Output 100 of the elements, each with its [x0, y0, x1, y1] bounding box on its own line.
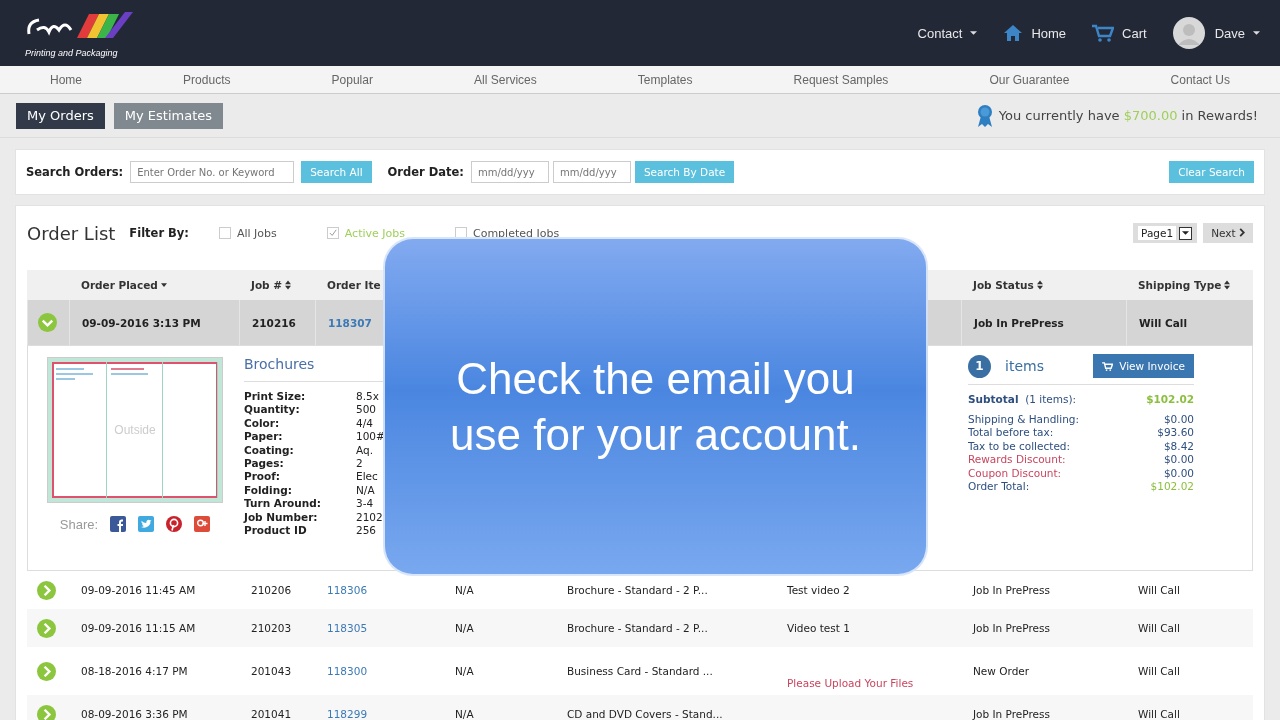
- date-cell-text: 08-09-2016 3:36 PM: [81, 708, 189, 720]
- total-value: $8.42: [1162, 439, 1194, 453]
- expand-toggle-icon[interactable]: [37, 580, 56, 600]
- next-button[interactable]: Next: [1203, 223, 1253, 243]
- twitter-icon[interactable]: [138, 516, 155, 532]
- order-item-link[interactable]: 118300: [327, 665, 443, 677]
- date-cell-text: 09-09-2016 11:15 AM: [81, 622, 197, 634]
- total-label: Rewards Discount:: [968, 453, 1067, 467]
- spec-value: 100#: [356, 430, 385, 444]
- shipping-cell-text: Will Call: [1138, 708, 1181, 720]
- product-cell-text: Brochure - Standard - 2 P...: [567, 622, 709, 634]
- estimate-cell-text: N/A: [455, 622, 475, 634]
- order-item-link[interactable]: 118299: [327, 708, 443, 720]
- total-label: Order Total:: [968, 480, 1031, 494]
- spec-label: Print Size:: [244, 390, 307, 404]
- expand-toggle-icon[interactable]: [37, 618, 56, 638]
- total-label: Shipping & Handling:: [968, 412, 1080, 426]
- filter-checkbox[interactable]: All Jobs: [218, 226, 277, 240]
- spec-value: N/A: [356, 483, 375, 498]
- spec-value: 256: [356, 524, 377, 538]
- status-cell-text: New Order: [973, 665, 1031, 677]
- expand-toggle-icon[interactable]: [37, 704, 56, 720]
- menu-link[interactable]: Contact: [917, 25, 978, 41]
- checkbox[interactable]: [218, 227, 231, 239]
- menu-link[interactable]: Home: [1003, 24, 1067, 42]
- sort-icon[interactable]: [285, 280, 292, 290]
- expand-toggle-icon[interactable]: [38, 313, 57, 332]
- spec-label: Quantity:: [244, 403, 301, 417]
- expand-toggle-icon[interactable]: [37, 661, 56, 681]
- home-icon[interactable]: [1003, 24, 1024, 42]
- tab[interactable]: My Orders: [16, 102, 105, 129]
- job-name-cell-text: Video test 1: [787, 622, 851, 634]
- order-item-link[interactable]: 118306: [327, 584, 443, 596]
- pinterest-icon[interactable]: [166, 516, 183, 532]
- job-cell-text: 210206: [251, 584, 293, 596]
- spec-value: 3-4: [356, 497, 374, 511]
- award-ribbon-icon: [976, 103, 993, 128]
- caret-icon[interactable]: [1253, 31, 1260, 35]
- upload-files-note[interactable]: Please Upload Your Files: [787, 677, 914, 689]
- nav-link[interactable]: Popular: [331, 72, 373, 87]
- nav-link[interactable]: Home: [50, 72, 82, 87]
- total-value: $0.00: [1162, 466, 1194, 480]
- google-plus-icon[interactable]: [194, 516, 211, 532]
- cart-icon[interactable]: [1092, 24, 1115, 42]
- job-cell-text: 201041: [251, 708, 293, 720]
- nav-link[interactable]: Products: [183, 72, 231, 87]
- view-invoice-button[interactable]: View Invoice: [1093, 354, 1194, 378]
- video-caption: Check the email you use for your account.: [450, 352, 861, 461]
- spec-value: 8.5x: [356, 390, 379, 404]
- date-from-field[interactable]: mm/dd/yyy: [470, 161, 549, 183]
- spec-value: 2: [356, 457, 363, 471]
- menu-link[interactable]: Cart: [1092, 24, 1147, 42]
- spec-value: Aq.: [356, 443, 373, 458]
- date-cell-text: 08-18-2016 4:17 PM: [81, 665, 189, 677]
- spec-value: 500: [356, 403, 377, 417]
- spec-label: Color:: [244, 416, 281, 431]
- sort-down-icon[interactable]: [160, 283, 167, 287]
- avatar-icon[interactable]: [1172, 17, 1205, 49]
- column-header[interactable]: Shipping Type: [1138, 279, 1222, 291]
- order-row[interactable]: 08-09-2016 3:36 PM 201041 118299 N/A CD and DVD Covers - Stand... Job In PrePress Will Call: [27, 695, 1253, 720]
- nav-link[interactable]: Request Samples: [793, 72, 889, 87]
- page-select[interactable]: Page1: [1133, 223, 1198, 243]
- total-label: Total before tax:: [968, 426, 1055, 440]
- column-header[interactable]: Job Status: [973, 279, 1034, 291]
- facebook-icon[interactable]: [110, 516, 127, 532]
- order-row[interactable]: 09-09-2016 11:15 AM 210203 118305 N/A Brochure - Standard - 2 P... Video test 1 Job In PrePress Will Call: [27, 609, 1253, 647]
- items-label: items: [1005, 358, 1044, 374]
- chevron-right-icon[interactable]: [1239, 228, 1245, 237]
- checkbox[interactable]: [326, 227, 339, 239]
- date-cell-text: 09-09-2016 3:13 PM: [82, 316, 202, 329]
- column-header[interactable]: Order Placed: [81, 279, 158, 291]
- column-header[interactable]: Job #: [251, 279, 283, 291]
- search-field[interactable]: Enter Order No. or Keyword: [130, 161, 295, 183]
- sort-icon[interactable]: [1224, 280, 1231, 290]
- nav-link[interactable]: All Services: [474, 72, 537, 87]
- tab[interactable]: My Estimates: [113, 102, 223, 129]
- menu-link[interactable]: Dave: [1172, 17, 1260, 49]
- caret-icon[interactable]: [970, 31, 978, 35]
- nav-link[interactable]: Our Guarantee: [989, 72, 1070, 87]
- column-header[interactable]: Order Ite: [327, 279, 381, 291]
- order-item-link[interactable]: 118305: [327, 622, 443, 634]
- status-cell-text: Job In PrePress: [974, 316, 1065, 329]
- order-date-label: Order Date:: [387, 165, 464, 179]
- spec-label: Folding:: [244, 483, 293, 498]
- sort-icon[interactable]: [1036, 280, 1043, 290]
- spec-label: Turn Around:: [244, 497, 322, 511]
- date-to-field[interactable]: mm/dd/yyy: [552, 161, 631, 183]
- total-value: $0.00: [1162, 453, 1194, 467]
- shipping-cell-text: Will Call: [1139, 316, 1189, 329]
- date-cell-text: 09-09-2016 11:45 AM: [81, 584, 197, 596]
- nav-link[interactable]: Templates: [637, 72, 693, 87]
- nav-link[interactable]: Contact Us: [1170, 72, 1230, 87]
- spec-label: Coating:: [244, 443, 295, 458]
- total-value: $93.60: [1156, 426, 1194, 440]
- rewards-message: You currently have $700.00 in Rewards!: [998, 108, 1258, 123]
- total-value: $0.00: [1162, 412, 1194, 426]
- product-cell-text: Business Card - Standard ...: [567, 665, 714, 677]
- shipping-cell-text: Will Call: [1138, 622, 1181, 634]
- job-cell-text: 201043: [251, 665, 293, 677]
- spec-value: Elec: [356, 470, 378, 484]
